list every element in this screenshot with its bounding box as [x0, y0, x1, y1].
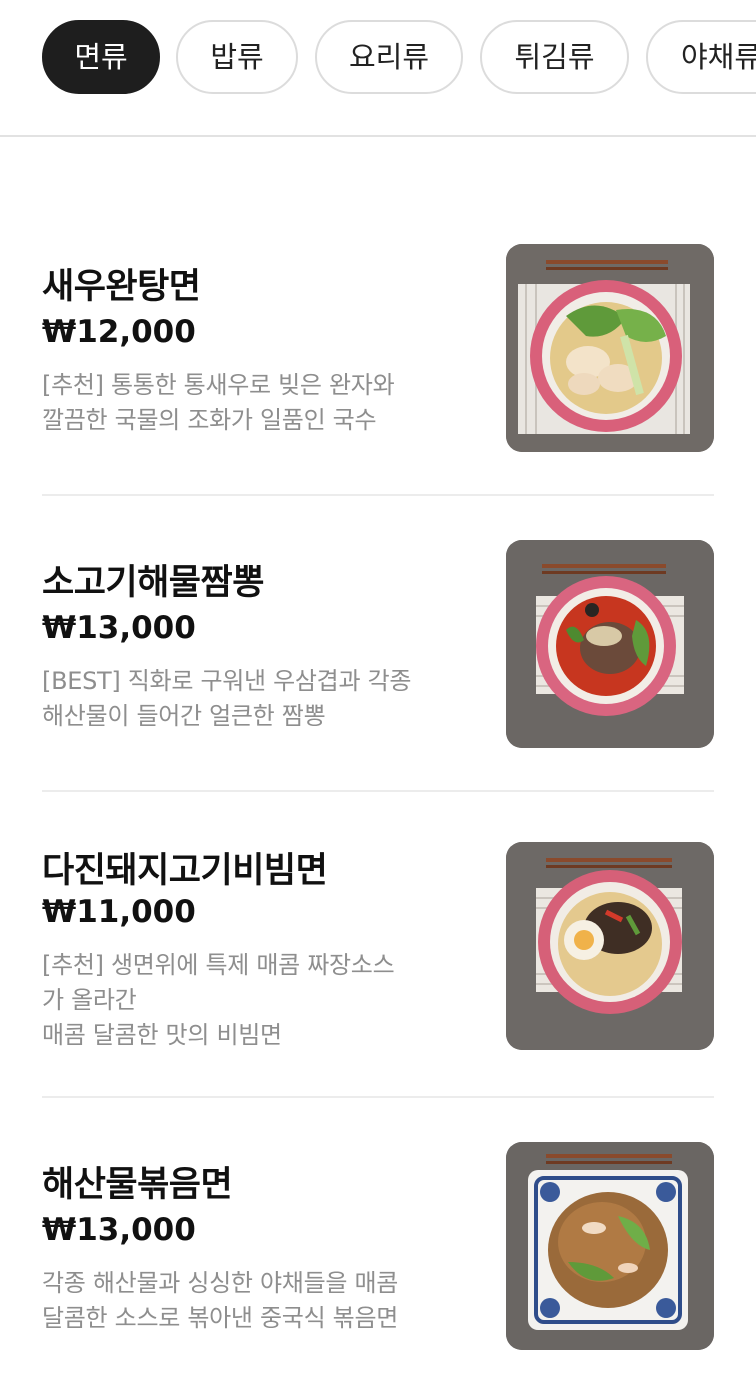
- tab-vegetables[interactable]: 야채류: [646, 20, 756, 94]
- menu-item-price: ₩13,000: [42, 610, 196, 646]
- tab-noodles[interactable]: 면류: [42, 20, 160, 94]
- tab-rice[interactable]: 밥류: [176, 20, 298, 94]
- wonton-noodle-soup-photo: [506, 244, 714, 452]
- menu-item-name: 다진돼지고기비빔면: [42, 851, 328, 891]
- item-divider: [42, 790, 714, 792]
- category-tab-bar: 면류 밥류 요리류 튀김류 야채류: [0, 0, 756, 137]
- menu-item-name: 해산물볶음면: [42, 1165, 233, 1205]
- menu-item-jjamppong[interactable]: 소고기해물짬뽕 ₩13,000 [BEST] 직화로 구워낸 우삼겹과 각종 해…: [42, 540, 714, 792]
- item-divider: [42, 1096, 714, 1098]
- tab-dishes[interactable]: 요리류: [315, 20, 463, 94]
- beef-seafood-jjamppong-photo: [506, 540, 714, 748]
- menu-item-bibim-noodle[interactable]: 다진돼지고기비빔면 ₩11,000 [추천] 생면위에 특제 매콤 짜장소스 가…: [42, 842, 714, 1098]
- tab-fried[interactable]: 튀김류: [480, 20, 629, 94]
- menu-item-name: 소고기해물짬뽕: [42, 563, 264, 603]
- menu-item-name: 새우완탕면: [42, 267, 201, 307]
- menu-item-price: ₩12,000: [42, 314, 196, 350]
- menu-item-description: 각종 해산물과 싱싱한 야채들을 매콤 달콤한 소스로 볶아낸 중국식 볶음면: [42, 1269, 399, 1332]
- minced-pork-bibim-noodle-photo: [506, 842, 714, 1050]
- seafood-fried-noodle-photo: [506, 1142, 714, 1350]
- item-divider: [42, 494, 714, 496]
- menu-item-price: ₩13,000: [42, 1212, 196, 1248]
- menu-item-fried-noodle[interactable]: 해산물볶음면 ₩13,000 각종 해산물과 싱싱한 야채들을 매콤 달콤한 소…: [42, 1142, 714, 1352]
- menu-item-description: [BEST] 직화로 구워낸 우삼겹과 각종 해산물이 들어간 얼큰한 짬뽕: [42, 667, 412, 730]
- menu-item-price: ₩11,000: [42, 894, 196, 930]
- menu-item-description: [추천] 통통한 통새우로 빚은 완자와 깔끔한 국물의 조화가 일품인 국수: [42, 371, 395, 434]
- menu-item-description: [추천] 생면위에 특제 매콤 짜장소스 가 올라간 매콤 달콤한 맛의 비빔면: [42, 951, 395, 1049]
- menu-item-wonton-noodle[interactable]: 새우완탕면 ₩12,000 [추천] 통통한 통새우로 빚은 완자와 깔끔한 국…: [42, 244, 714, 496]
